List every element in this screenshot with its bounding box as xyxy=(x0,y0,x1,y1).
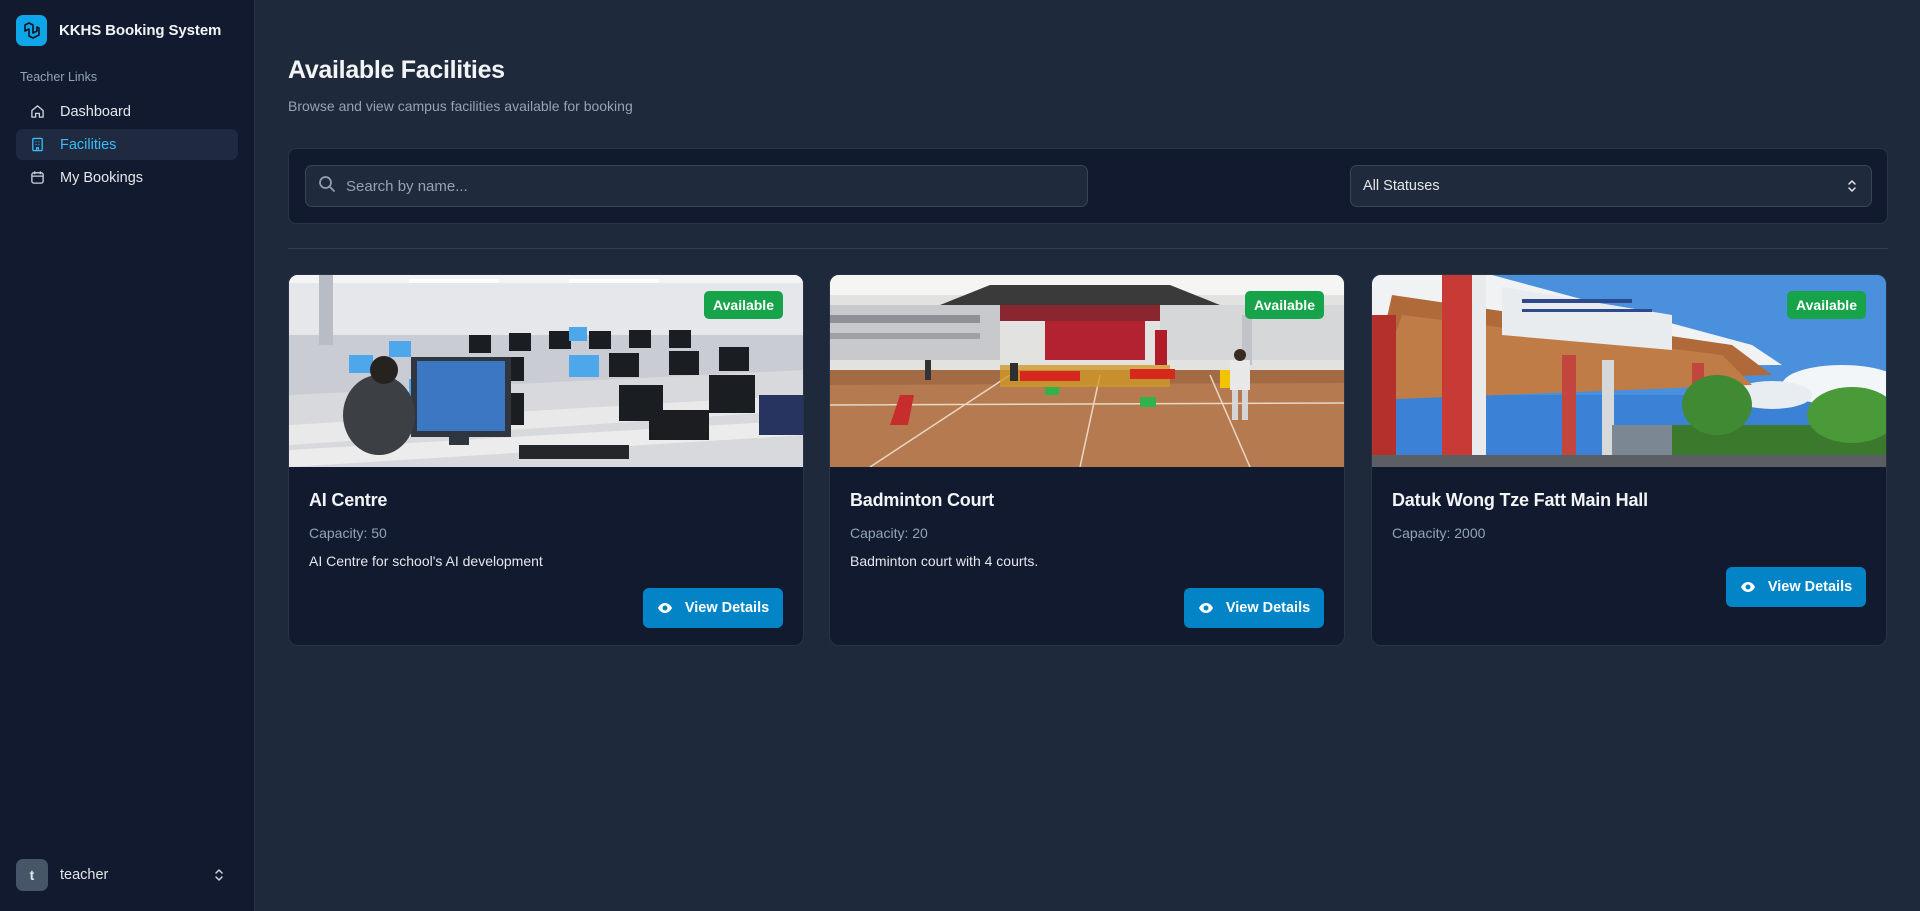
sidebar-item-facilities[interactable]: Facilities xyxy=(16,129,238,160)
calendar-icon xyxy=(29,170,45,186)
view-details-label: View Details xyxy=(1767,579,1853,595)
facility-capacity: Capacity: 20 xyxy=(850,525,928,541)
sidebar-item-label: My Bookings xyxy=(60,169,144,186)
chevron-up-down-icon xyxy=(212,867,226,888)
sidebar-nav: Dashboard Facilities My Bookings xyxy=(16,96,238,195)
eye-icon xyxy=(657,602,673,614)
facility-card-ai-centre: Available AI Centre Capacity: 50 AI Cent… xyxy=(288,274,804,646)
avatar: t xyxy=(16,859,48,891)
user-menu[interactable]: t teacher xyxy=(16,858,226,892)
facility-name: AI Centre xyxy=(309,490,388,510)
sidebar-item-my-bookings[interactable]: My Bookings xyxy=(16,162,238,193)
divider xyxy=(288,248,1888,249)
building-icon xyxy=(29,137,45,153)
facility-card-badminton-court: Available Badminton Court Capacity: 20 B… xyxy=(829,274,1345,646)
eye-icon xyxy=(1740,581,1756,593)
facility-card-main-hall: Available Datuk Wong Tze Fatt Main Hall … xyxy=(1371,274,1887,646)
facility-capacity: Capacity: 2000 xyxy=(1392,525,1486,541)
facility-name: Datuk Wong Tze Fatt Main Hall xyxy=(1392,490,1648,510)
status-badge: Available xyxy=(1245,291,1324,319)
view-details-button[interactable]: View Details xyxy=(643,588,783,628)
brand[interactable]: KKHS Booking System xyxy=(16,15,221,46)
view-details-button[interactable]: View Details xyxy=(1184,588,1324,628)
eye-icon xyxy=(1198,602,1214,614)
view-details-button[interactable]: View Details xyxy=(1726,567,1866,607)
user-name: teacher xyxy=(60,867,109,883)
view-details-label: View Details xyxy=(1225,600,1311,616)
status-filter-select[interactable]: All Statuses xyxy=(1350,165,1872,207)
facility-description: Badminton court with 4 courts. xyxy=(850,553,1039,569)
sidebar-item-label: Dashboard xyxy=(60,103,131,120)
sidebar-item-dashboard[interactable]: Dashboard xyxy=(16,96,238,127)
search-input[interactable] xyxy=(346,177,1046,195)
view-details-label: View Details xyxy=(684,600,770,616)
page-subtitle: Browse and view campus facilities availa… xyxy=(288,98,633,114)
sidebar: KKHS Booking System Teacher Links Dashbo… xyxy=(0,0,255,911)
facility-description: AI Centre for school's AI development xyxy=(309,553,543,569)
sidebar-section-label: Teacher Links xyxy=(20,70,98,84)
facility-image[interactable]: Available xyxy=(289,275,803,467)
chevron-up-down-icon xyxy=(1845,178,1859,199)
page-title: Available Facilities xyxy=(288,56,505,84)
filter-panel: All Statuses xyxy=(288,148,1888,224)
search-field[interactable] xyxy=(305,165,1088,207)
facility-image[interactable]: Available xyxy=(830,275,1344,467)
app-title: KKHS Booking System xyxy=(59,22,222,39)
facility-image[interactable]: Available xyxy=(1372,275,1886,467)
home-icon xyxy=(29,104,45,120)
sidebar-item-label: Facilities xyxy=(60,136,117,153)
status-filter-value: All Statuses xyxy=(1363,178,1440,194)
app-logo-icon xyxy=(16,15,47,46)
search-icon xyxy=(318,175,336,198)
status-badge: Available xyxy=(704,291,783,319)
facility-capacity: Capacity: 50 xyxy=(309,525,387,541)
facility-name: Badminton Court xyxy=(850,490,994,510)
status-badge: Available xyxy=(1787,291,1866,319)
